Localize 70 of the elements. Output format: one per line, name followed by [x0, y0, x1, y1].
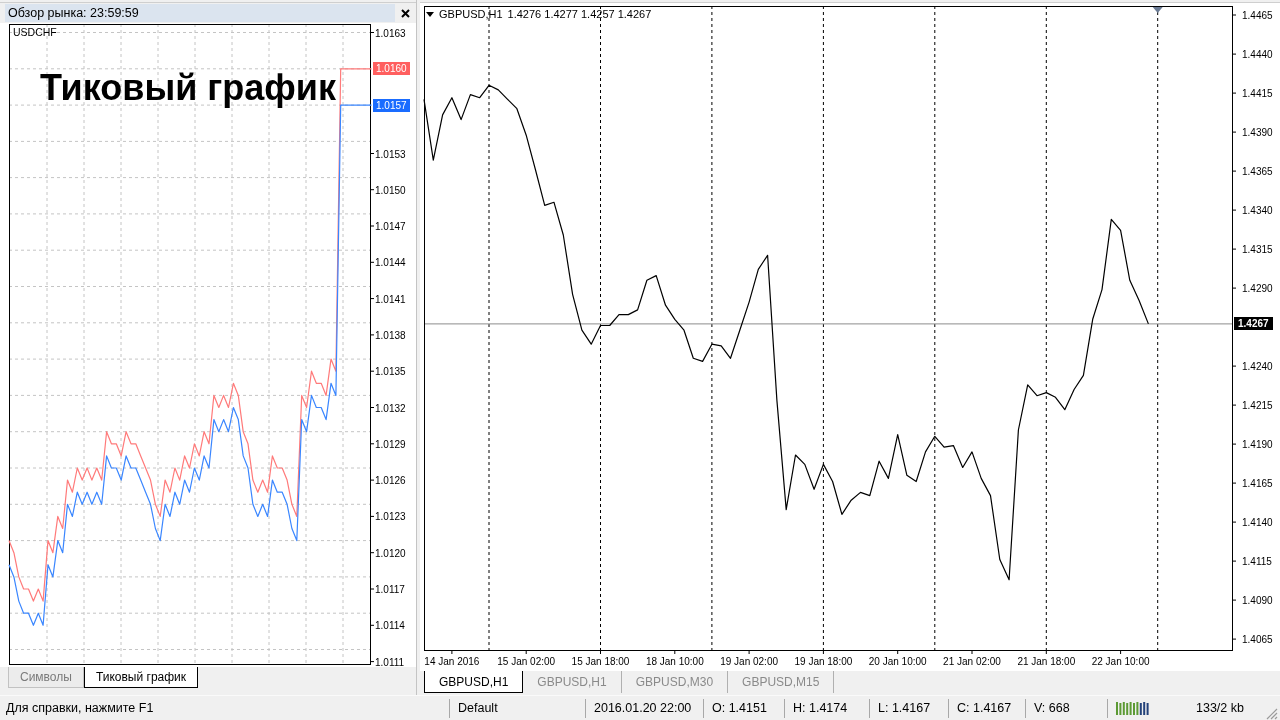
y-axis-label: 1.4115 — [1242, 556, 1272, 568]
y-axis-label: 1.4390 — [1242, 127, 1273, 139]
chart-tab[interactable]: GBPUSD,H1 — [424, 671, 524, 693]
y-axis-label: 1.4240 — [1242, 361, 1273, 373]
status-value: V: 668 — [1034, 701, 1070, 715]
y-axis-label: 1.0138 — [375, 329, 406, 341]
x-axis-label: 14 Jan 2016 — [424, 656, 480, 667]
ohlc-quote: 1.4276 1.4277 1.4257 1.4267 — [507, 8, 652, 20]
connection-bars-icon — [1116, 701, 1150, 715]
status-help-text: Для справки, нажмите F1 — [6, 701, 154, 715]
status-value: H: 1.4174 — [793, 701, 848, 715]
y-axis-label: 1.0147 — [375, 221, 406, 232]
y-axis-label: 1.0135 — [375, 366, 406, 378]
shift-marker-icon[interactable] — [1152, 7, 1163, 13]
panel-tab[interactable]: Символы — [8, 667, 84, 688]
status-value: C: 1.4167 — [957, 701, 1012, 715]
traffic-counter: 133/2 kb — [1196, 701, 1244, 715]
status-value: L: 1.4167 — [878, 701, 931, 715]
y-axis-label: 1.4365 — [1242, 166, 1273, 178]
y-axis-label: 1.4440 — [1242, 49, 1273, 61]
y-axis-label: 1.4415 — [1242, 88, 1273, 100]
y-axis-label: 1.4090 — [1242, 595, 1273, 607]
y-axis-label: 1.0163 — [375, 27, 406, 39]
y-axis-label: 1.0123 — [375, 511, 406, 523]
status-value: O: 1.4151 — [712, 701, 767, 715]
y-axis-label: 1.0132 — [375, 402, 406, 414]
y-axis-label: 1.0126 — [375, 475, 406, 487]
y-axis-label: 1.0129 — [375, 438, 406, 450]
y-axis-label: 1.4190 — [1242, 439, 1273, 451]
y-axis-label: 1.0114 — [375, 620, 405, 632]
chart-symbol: GBPUSD,H1 — [439, 8, 503, 20]
y-axis-label: 1.0150 — [375, 184, 406, 196]
y-axis-label: 1.0144 — [375, 257, 406, 269]
x-axis-label: 19 Jan 02:00 — [720, 656, 778, 667]
panel-title: Обзор рынка: 23:59:59 — [5, 4, 395, 22]
y-axis-label: 1.4165 — [1242, 478, 1273, 490]
x-axis-label: 15 Jan 18:00 — [571, 656, 630, 667]
chart-tab[interactable]: GBPUSD,M15 — [728, 671, 835, 693]
price-tag: 1.0157 — [373, 98, 410, 112]
x-axis-label: 22 Jan 10:00 — [1091, 656, 1150, 667]
x-axis-label: 15 Jan 02:00 — [497, 656, 556, 667]
chart-caption: Тиковый график — [40, 67, 336, 108]
y-axis-label: 1.4065 — [1242, 634, 1273, 646]
x-axis-label: 21 Jan 18:00 — [1017, 656, 1076, 667]
y-axis-label: 1.4340 — [1242, 205, 1273, 217]
y-axis-label: 1.4215 — [1242, 400, 1273, 412]
bar-time: 2016.01.20 22:00 — [594, 701, 692, 715]
y-axis-label: 1.4140 — [1242, 517, 1273, 529]
y-axis-label: 1.0111 — [375, 656, 405, 667]
symbol-label: USDCHF — [13, 26, 57, 38]
profile-name: Default — [458, 701, 498, 715]
y-axis-label: 1.0141 — [375, 293, 406, 305]
x-axis-label: 19 Jan 18:00 — [794, 656, 853, 667]
y-axis-label: 1.4315 — [1242, 244, 1273, 256]
price-tag: 1.0160 — [373, 62, 410, 76]
y-axis-label: 1.0153 — [375, 148, 406, 160]
dropdown-triangle-icon[interactable] — [426, 11, 434, 17]
price-tag: 1.4267 — [1234, 317, 1273, 331]
x-axis-label: 21 Jan 02:00 — [943, 656, 1001, 667]
chart-tab[interactable]: GBPUSD,H1 — [523, 671, 622, 693]
chart-tab[interactable]: GBPUSD,M30 — [621, 671, 729, 693]
y-axis-label: 1.0120 — [375, 547, 406, 559]
y-axis-label: 1.0117 — [375, 584, 405, 595]
x-axis-label: 18 Jan 10:00 — [645, 656, 704, 667]
y-axis-label: 1.4465 — [1242, 10, 1273, 21]
y-axis-label: 1.4290 — [1242, 283, 1273, 295]
resize-grip-icon[interactable] — [1266, 708, 1278, 720]
close-icon[interactable] — [401, 8, 410, 18]
x-axis-label: 20 Jan 10:00 — [868, 656, 927, 667]
panel-tab[interactable]: Тиковый график — [83, 667, 199, 688]
